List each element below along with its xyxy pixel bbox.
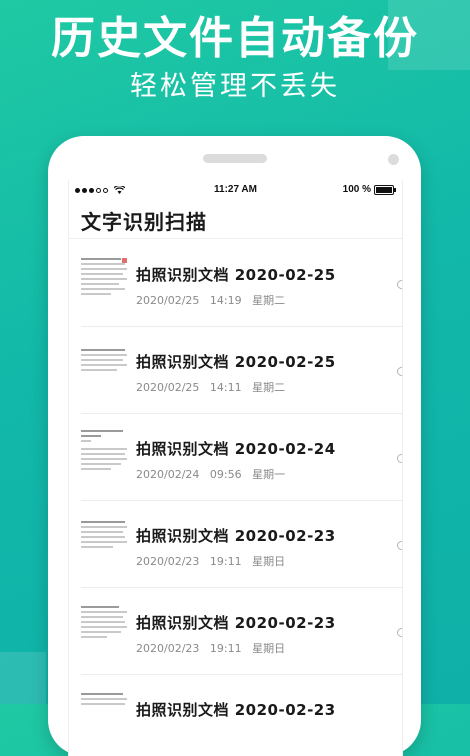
document-date: 2020/02/24 <box>136 468 200 481</box>
document-row[interactable]: 拍照识别文档 2020-02-23 <box>81 675 402 756</box>
document-title: 拍照识别文档 2020-02-24 <box>136 440 336 458</box>
document-weekday: 星期一 <box>252 468 286 481</box>
document-title: 拍照识别文档 2020-02-23 <box>136 527 336 545</box>
document-weekday: 星期日 <box>252 642 286 655</box>
status-bar: 11:27 AM 100 % <box>69 180 402 200</box>
battery-percent: 100 % <box>342 184 371 195</box>
promo-headline: 历史文件自动备份 <box>51 13 419 64</box>
document-thumbnail <box>81 606 129 656</box>
document-time: 14:11 <box>209 381 242 394</box>
document-date: 2020/02/25 <box>136 294 200 307</box>
document-time: 14:19 <box>209 294 242 307</box>
phone-frame: 11:27 AM 100 % 文字识别扫描 拍照识别文档 2020-02-25 … <box>48 136 421 756</box>
select-radio[interactable] <box>397 454 402 463</box>
document-row[interactable]: 拍照识别文档 2020-02-23 2020/02/23 19:11 星期日 <box>81 588 402 675</box>
select-radio[interactable] <box>397 628 402 637</box>
document-time: 19:11 <box>209 642 242 655</box>
select-radio[interactable] <box>397 367 402 376</box>
document-date: 2020/02/25 <box>136 381 200 394</box>
title-divider <box>69 238 402 239</box>
document-title: 拍照识别文档 2020-02-25 <box>136 266 336 284</box>
phone-screen: 11:27 AM 100 % 文字识别扫描 拍照识别文档 2020-02-25 … <box>68 180 403 756</box>
battery-icon <box>374 184 396 195</box>
phone-speaker <box>203 154 267 163</box>
document-meta: 2020/02/25 14:11 星期二 <box>136 379 285 395</box>
battery-indicator: 100 % <box>342 184 396 195</box>
document-row[interactable]: 拍照识别文档 2020-02-24 2020/02/24 09:56 星期一 <box>81 414 402 501</box>
document-weekday: 星期日 <box>252 555 286 568</box>
page-title: 文字识别扫描 <box>81 210 207 234</box>
document-meta: 2020/02/25 14:19 星期二 <box>136 292 285 308</box>
document-row[interactable]: 拍照识别文档 2020-02-23 2020/02/23 19:11 星期日 <box>81 501 402 588</box>
document-title: 拍照识别文档 2020-02-23 <box>136 701 336 719</box>
document-row[interactable]: 拍照识别文档 2020-02-25 2020/02/25 14:19 星期二 <box>81 240 402 327</box>
decor-square-bottom-left <box>0 652 46 704</box>
document-thumbnail <box>81 430 129 480</box>
document-row[interactable]: 拍照识别文档 2020-02-25 2020/02/25 14:11 星期二 <box>81 327 402 414</box>
document-meta: 2020/02/23 19:11 星期日 <box>136 640 285 656</box>
document-title: 拍照识别文档 2020-02-23 <box>136 614 336 632</box>
document-date: 2020/02/23 <box>136 555 200 568</box>
document-time: 09:56 <box>209 468 242 481</box>
document-thumbnail <box>81 349 129 399</box>
document-thumbnail <box>81 258 129 308</box>
phone-camera <box>388 154 399 165</box>
document-weekday: 星期二 <box>252 294 286 307</box>
document-thumbnail <box>81 693 129 743</box>
document-weekday: 星期二 <box>252 381 286 394</box>
document-thumbnail <box>81 521 129 571</box>
document-meta: 2020/02/23 19:11 星期日 <box>136 553 285 569</box>
document-meta: 2020/02/24 09:56 星期一 <box>136 466 285 482</box>
document-time: 19:11 <box>209 555 242 568</box>
promo-subhead: 轻松管理不丢失 <box>130 71 340 102</box>
select-radio[interactable] <box>397 541 402 550</box>
document-list: 拍照识别文档 2020-02-25 2020/02/25 14:19 星期二 拍… <box>69 240 402 756</box>
document-title: 拍照识别文档 2020-02-25 <box>136 353 336 371</box>
document-date: 2020/02/23 <box>136 642 200 655</box>
select-radio[interactable] <box>397 280 402 289</box>
